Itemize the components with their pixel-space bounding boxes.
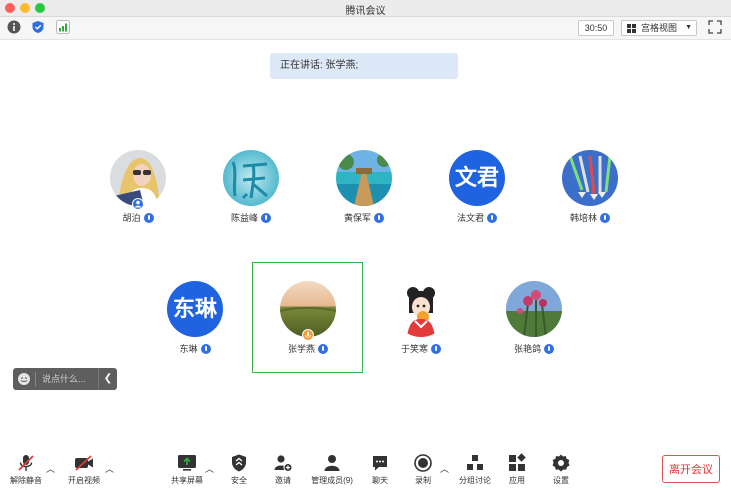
participant-tile[interactable]: 张艳鸽 <box>479 281 589 361</box>
collapse-chevron-icon[interactable]: ❮ <box>98 368 117 390</box>
chat-icon <box>373 456 387 471</box>
chevron-up-icon[interactable]: ︿ <box>46 462 55 475</box>
breakout-icon <box>467 455 483 470</box>
participant-tile[interactable]: 陈益峰 <box>196 150 306 230</box>
security-button[interactable]: 安全 <box>214 453 264 487</box>
security-label: 安全 <box>231 476 247 485</box>
microphone-icon <box>600 213 610 223</box>
invite-label: 邀请 <box>275 476 291 485</box>
participant-name: 张艳鸽 <box>479 342 589 355</box>
avatar <box>393 281 449 337</box>
avatar: 东琳 <box>167 281 223 337</box>
view-mode-label: 宫格视图 <box>641 23 678 33</box>
microphone-icon <box>143 213 154 223</box>
avatar <box>506 281 562 337</box>
meeting-timer: 30:50 <box>578 20 614 36</box>
chevron-up-icon[interactable]: ︿ <box>440 462 449 475</box>
video-off-icon <box>75 455 93 471</box>
unmute-label: 解除静音 <box>10 476 42 485</box>
divider <box>35 372 36 386</box>
info-icon[interactable] <box>7 20 21 34</box>
participant-name: 于笑寒 <box>366 342 476 355</box>
participant-name: 张学燕 <box>253 342 363 355</box>
participant-tile[interactable]: 于笑寒 <box>366 281 476 361</box>
members-icon <box>324 455 340 471</box>
chevron-up-icon[interactable]: ︿ <box>205 462 214 475</box>
apps-icon <box>509 453 526 471</box>
share-screen-label: 共享屏幕 <box>171 476 203 485</box>
avatar <box>562 150 618 206</box>
participant-tile[interactable]: 韩培林 <box>535 150 645 230</box>
leave-meeting-button[interactable]: 离开会议 <box>662 455 720 483</box>
quick-chat-box[interactable]: 说点什么... ❮ <box>13 368 117 390</box>
start-video-button[interactable]: 开启视频 <box>59 453 109 487</box>
avatar <box>223 150 279 206</box>
add-user-icon <box>274 455 293 472</box>
top-toolbar: 30:50 宫格视图 ▼ <box>0 17 731 40</box>
speaking-indicator: 正在讲话: 张学燕; <box>270 53 458 79</box>
participant-name: 黄保军 <box>309 211 419 224</box>
title-bar: 腾讯会议 <box>0 0 731 17</box>
chat-input-placeholder[interactable]: 说点什么... <box>42 368 86 390</box>
apps-label: 应用 <box>509 476 525 485</box>
microphone-icon <box>318 344 328 354</box>
settings-label: 设置 <box>553 476 569 485</box>
share-screen-icon <box>178 455 196 471</box>
host-icon <box>132 198 144 210</box>
muted-microphone-icon <box>18 455 34 471</box>
microphone-icon <box>200 344 211 354</box>
microphone-icon <box>544 344 554 354</box>
participant-tile[interactable]: 文君 法文君 <box>422 150 532 230</box>
unmute-button[interactable]: 解除静音 <box>1 453 51 487</box>
shield-icon <box>232 454 246 472</box>
participant-tile[interactable]: 黄保军 <box>309 150 419 230</box>
apps-button[interactable]: 应用 <box>492 453 542 487</box>
microphone-icon <box>431 344 441 354</box>
settings-button[interactable]: 设置 <box>536 453 586 487</box>
participant-tile[interactable]: 张学燕 <box>253 281 363 361</box>
participant-name: 东琳 <box>140 342 250 355</box>
start-video-label: 开启视频 <box>68 476 100 485</box>
participant-name: 法文君 <box>422 211 532 224</box>
security-shield-icon[interactable] <box>31 20 45 34</box>
record-icon <box>414 454 432 472</box>
invite-button[interactable]: 邀请 <box>258 453 308 487</box>
record-label: 录制 <box>415 476 431 485</box>
avatar <box>336 150 392 206</box>
microphone-icon <box>261 213 271 223</box>
window-title: 腾讯会议 <box>345 6 386 17</box>
participant-tile[interactable]: 胡泊 <box>83 150 193 230</box>
chevron-up-icon[interactable]: ︿ <box>105 462 114 475</box>
view-mode-dropdown[interactable]: 宫格视图 ▼ <box>621 20 697 36</box>
signal-strength-icon[interactable] <box>56 20 70 34</box>
avatar: 文君 <box>449 150 505 206</box>
emoji-icon[interactable] <box>17 372 31 386</box>
fullscreen-icon[interactable] <box>708 20 722 34</box>
participant-name: 胡泊 <box>83 211 193 224</box>
participant-name: 陈益峰 <box>196 211 306 224</box>
microphone-icon <box>374 213 384 223</box>
manage-members-label: 管理成员(9) <box>311 476 353 485</box>
participant-tile[interactable]: 东琳 东琳 <box>140 281 250 361</box>
speaking-status-icon <box>302 329 314 341</box>
manage-members-button[interactable]: 管理成员(9) <box>304 453 360 487</box>
participant-name: 韩培林 <box>535 211 645 224</box>
bottom-toolbar: 解除静音 ︿ 开启视频 ︿ 共享屏幕 ︿ 安全 邀请 管理成员(9) 聊天 录制… <box>0 445 731 488</box>
gear-icon <box>552 454 570 472</box>
microphone-icon <box>487 213 497 223</box>
chevron-down-icon: ▼ <box>685 24 692 31</box>
grid-view-icon <box>627 24 636 33</box>
